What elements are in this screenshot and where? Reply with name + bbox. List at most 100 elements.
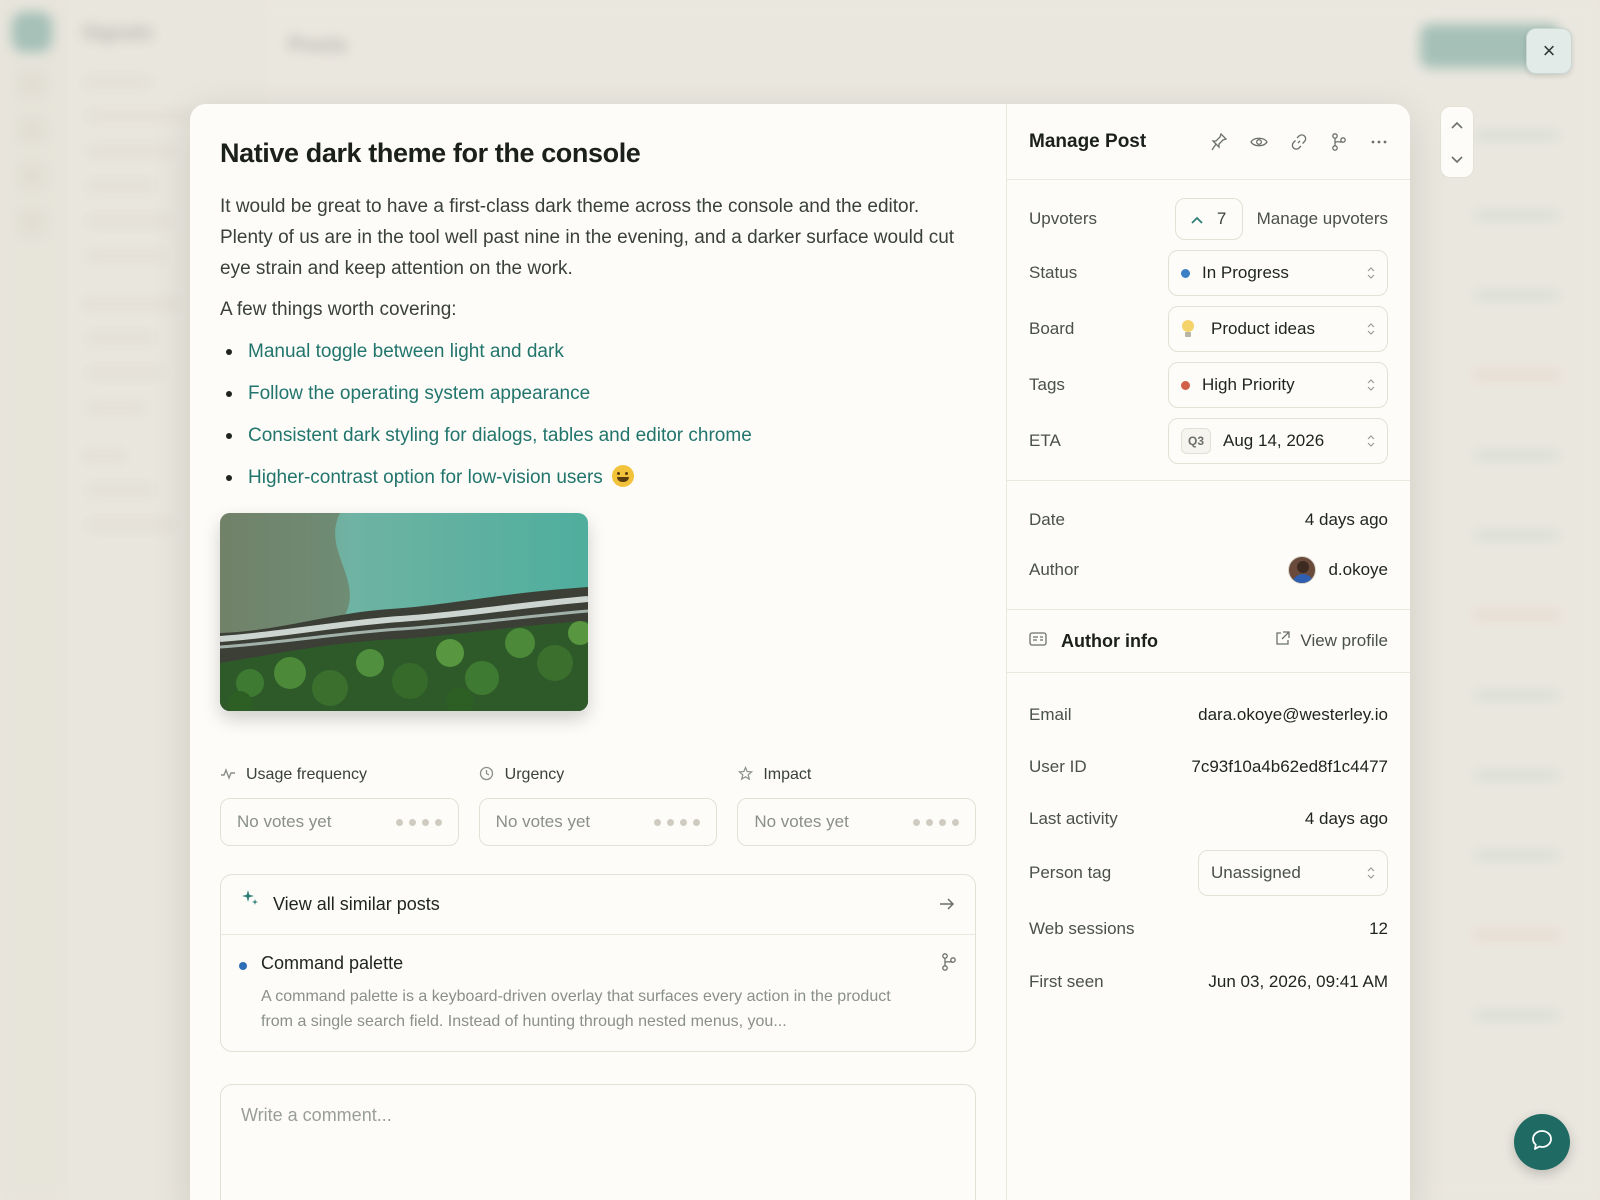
post-paragraph: It would be great to have a first-class … — [220, 196, 955, 279]
person-tag-row: Person tag Unassigned — [1029, 845, 1388, 901]
last-activity-row: Last activity 4 days ago — [1029, 793, 1388, 845]
similar-post-item[interactable]: Command palette A command palette is a k… — [221, 935, 975, 1034]
date-row: Date 4 days ago — [1029, 495, 1388, 545]
chevron-updown-icon — [1367, 267, 1375, 279]
person-tag-value: Unassigned — [1211, 863, 1301, 882]
web-sessions-row: Web sessions 12 — [1029, 901, 1388, 957]
tags-row: Tags High Priority — [1029, 362, 1388, 408]
list-item[interactable]: Consistent dark styling for dialogs, tab… — [220, 423, 976, 449]
upvote-button[interactable]: 7 — [1174, 198, 1243, 240]
author-info-details: Email dara.okoye@westerley.io User ID 7c… — [1007, 673, 1410, 1007]
view-similar-posts-link[interactable]: View all similar posts — [221, 875, 975, 935]
upvote-count: 7 — [1216, 209, 1227, 228]
comment-input[interactable] — [241, 1105, 955, 1126]
merge-icon[interactable] — [941, 953, 957, 976]
chevron-down-icon[interactable] — [1451, 153, 1463, 166]
chevron-up-icon[interactable] — [1451, 118, 1463, 131]
status-select[interactable]: In Progress — [1168, 250, 1388, 296]
email-row: Email dara.okoye@westerley.io — [1029, 689, 1388, 741]
vote-value: No votes yet — [237, 812, 332, 831]
user-id-row: User ID 7c93f10a4b62ed8f1c4477 — [1029, 741, 1388, 793]
more-options-icon[interactable] — [1370, 133, 1388, 151]
chevron-updown-icon — [1367, 867, 1375, 879]
post-navigation — [1440, 106, 1474, 178]
web-sessions-value: 12 — [1369, 919, 1388, 938]
close-button[interactable]: × — [1526, 28, 1572, 74]
panel-actions — [1210, 132, 1388, 151]
author-info-heading: Author info View profile — [1029, 610, 1388, 672]
vote-value: No votes yet — [495, 812, 591, 831]
author-name: d.okoye — [1328, 560, 1388, 579]
similar-posts-card: View all similar posts Command palette A… — [220, 874, 976, 1052]
eta-select[interactable]: Q3 Aug 14, 2026 — [1168, 418, 1388, 464]
vote-header: Usage frequency — [220, 764, 459, 786]
vote-selector[interactable]: No votes yet — [220, 798, 459, 846]
clock-icon — [479, 766, 495, 785]
vote-selector[interactable]: No votes yet — [737, 798, 977, 846]
view-profile-label: View profile — [1300, 631, 1388, 650]
list-item-text: Follow the operating system appearance — [248, 383, 591, 404]
person-tag-select[interactable]: Unassigned — [1198, 850, 1388, 896]
upvoters-controls: 7 Manage upvoters — [1174, 198, 1388, 240]
chevron-updown-icon — [1367, 379, 1375, 391]
manage-post-header: Manage Post — [1007, 104, 1410, 180]
merge-icon[interactable] — [1330, 132, 1348, 151]
email-value[interactable]: dara.okoye@westerley.io — [1198, 705, 1388, 725]
vote-selector[interactable]: No votes yet — [478, 798, 718, 846]
board-value: Product ideas — [1211, 319, 1315, 338]
chevron-updown-icon — [1367, 435, 1375, 447]
rating-dots — [654, 818, 701, 826]
status-dot — [1181, 268, 1190, 278]
chat-button[interactable] — [1514, 1114, 1570, 1170]
first-seen-row: First seen Jun 03, 2026, 09:41 AM — [1029, 957, 1388, 1007]
manage-post-panel: Manage Post Upvoters 7 Manage upvoters S… — [1006, 104, 1410, 1200]
post-modal: Native dark theme for the console It wou… — [190, 104, 1410, 1200]
first-seen-label: First seen — [1029, 972, 1104, 991]
pin-icon[interactable] — [1210, 132, 1228, 151]
list-item[interactable]: Manual toggle between light and dark — [220, 339, 976, 365]
first-seen-value: Jun 03, 2026, 09:41 AM — [1208, 972, 1388, 991]
arrow-right-icon — [939, 894, 955, 915]
board-select[interactable]: Product ideas — [1168, 306, 1388, 352]
vote-impact: Impact No votes yet — [737, 764, 977, 846]
activity-icon — [220, 767, 236, 784]
date-value: 4 days ago — [1304, 510, 1388, 529]
vote-value: No votes yet — [754, 812, 849, 831]
close-icon: × — [1542, 38, 1556, 63]
email-label: Email — [1029, 705, 1072, 724]
post-meta: Date 4 days ago Author d.okoye — [1007, 481, 1410, 610]
web-sessions-label: Web sessions — [1029, 919, 1135, 938]
post-image[interactable] — [220, 513, 588, 711]
tags-select[interactable]: High Priority — [1168, 362, 1388, 408]
sparkles-icon — [241, 889, 259, 912]
list-item[interactable]: Higher-contrast option for low-vision us… — [220, 465, 976, 491]
last-activity-label: Last activity — [1029, 809, 1118, 828]
similar-posts-label: View all similar posts — [273, 894, 440, 914]
eye-icon[interactable] — [1250, 133, 1268, 151]
link-icon[interactable] — [1290, 133, 1308, 151]
similar-post-title: Command palette — [261, 953, 404, 973]
chevron-up-icon — [1191, 211, 1203, 227]
author-info-title: Author info — [1061, 630, 1158, 651]
grinning-face-emoji-icon — [612, 465, 635, 487]
post-body: It would be great to have a first-class … — [220, 191, 976, 325]
author-info-header: Author info View profile — [1007, 610, 1410, 673]
list-item[interactable]: Follow the operating system appearance — [220, 381, 976, 407]
vote-label: Impact — [763, 766, 812, 783]
rating-dots — [395, 818, 442, 826]
upvoters-row: Upvoters 7 Manage upvoters — [1029, 198, 1388, 240]
manage-upvoters-link[interactable]: Manage upvoters — [1257, 209, 1388, 229]
author-chip[interactable]: d.okoye — [1288, 556, 1388, 584]
tag-dot — [1181, 380, 1190, 390]
date-label: Date — [1029, 510, 1065, 529]
panel-title: Manage Post — [1029, 130, 1147, 152]
post-bullet-list: Manual toggle between light and dark Fol… — [220, 339, 976, 491]
author-label: Author — [1029, 560, 1080, 579]
rating-dots — [913, 818, 960, 826]
board-label: Board — [1029, 319, 1075, 338]
view-profile-link[interactable]: View profile — [1275, 631, 1388, 651]
vote-usage-frequency: Usage frequency No votes yet — [220, 764, 459, 846]
vote-label: Urgency — [504, 766, 565, 783]
list-item-text: Consistent dark styling for dialogs, tab… — [248, 425, 752, 446]
vote-header: Urgency — [479, 764, 718, 786]
